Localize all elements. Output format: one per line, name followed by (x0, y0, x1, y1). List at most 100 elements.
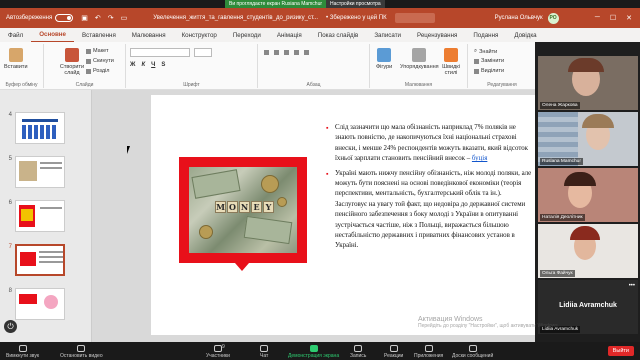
bullets-icon[interactable] (264, 50, 269, 55)
chat-button[interactable]: Чат (260, 345, 268, 359)
accessibility-icon[interactable]: ⏻ (4, 320, 17, 333)
share-screen-button[interactable]: Демонстрация экрана (288, 345, 339, 359)
thumbnail-item[interactable]: 4 (4, 112, 65, 144)
money-image[interactable]: M O N E Y (189, 167, 297, 253)
find-button[interactable]: ⌕ Знайти (474, 48, 497, 55)
record-label: Запись (350, 353, 367, 359)
thumbnail-item-selected[interactable]: 7 (4, 244, 65, 276)
avatar[interactable]: РО (547, 12, 559, 24)
search-box[interactable] (394, 13, 435, 23)
participant-name: Наталія Деолітник (540, 214, 585, 221)
windows-activation-watermark: Активация Windows Перейдіть до розділу "… (418, 316, 559, 329)
thumbnail-item[interactable]: 5 (4, 156, 65, 188)
tab-design[interactable]: Конструктор (174, 28, 225, 42)
align-left-icon[interactable] (294, 50, 299, 55)
apps-button[interactable]: Приложения (414, 345, 443, 359)
reset-button[interactable]: Скинути (86, 58, 114, 64)
bullet-text: Слід зазначити що мала обізнаність напри… (335, 124, 529, 163)
tab-file[interactable]: Файл (0, 28, 31, 42)
slide-thumbnail[interactable] (15, 288, 65, 320)
slide-thumbnail[interactable] (15, 200, 65, 232)
whiteboard-icon (468, 345, 477, 352)
whiteboard-button[interactable]: Доски сообщений (452, 345, 493, 359)
new-slide-label: Створити слайд (59, 64, 85, 76)
redo-icon[interactable]: ↷ (108, 14, 114, 22)
tab-view[interactable]: Подання (465, 28, 506, 42)
maximize-icon[interactable]: ☐ (610, 14, 616, 22)
saved-status[interactable]: • Збережено у цей ПК (326, 15, 387, 21)
mute-button[interactable]: Вимкнути звук (6, 345, 39, 359)
tab-transitions[interactable]: Переходи (225, 28, 269, 42)
close-icon[interactable]: ✕ (626, 14, 632, 22)
bullet-paragraph: Україні мають нижчу пенсійну обізнаність… (326, 169, 535, 252)
slide-text-box[interactable]: Слід зазначити що мала обізнаність напри… (326, 123, 535, 256)
tab-insert[interactable]: Вставлення (74, 28, 124, 42)
select-button[interactable]: Виділити (474, 68, 504, 74)
thumbnail-number: 6 (8, 200, 12, 206)
bold-icon[interactable]: Ж (130, 62, 135, 68)
align-center-icon[interactable] (304, 50, 309, 55)
layout-button[interactable]: Макет (86, 48, 109, 54)
record-button[interactable]: Запись (350, 345, 366, 359)
participant-video[interactable]: Ольга Файчук (538, 224, 638, 278)
tab-record[interactable]: Записати (366, 28, 409, 42)
participant-video[interactable]: Олена Жаркова (538, 56, 638, 110)
current-slide[interactable]: M O N E Y Слід зазначити що мала обізнан… (151, 95, 535, 335)
italic-icon[interactable]: К (141, 62, 145, 68)
font-size-select[interactable] (194, 48, 212, 57)
paste-button[interactable]: Вставити (4, 48, 28, 70)
participant-name: Олена Жаркова (540, 102, 580, 109)
tab-animations[interactable]: Анімація (269, 28, 310, 42)
underline-icon[interactable]: Ч (151, 62, 155, 68)
leave-button[interactable]: Выйти (607, 346, 634, 356)
chat-icon (260, 345, 269, 352)
tab-slideshow[interactable]: Показ слайдів (310, 28, 367, 42)
slide-thumbnail[interactable] (15, 112, 65, 144)
slide-thumbnail[interactable] (15, 156, 65, 188)
thumbnail-item[interactable]: 8 (4, 288, 65, 320)
mute-label: Вимкнути звук (6, 353, 40, 359)
tab-home[interactable]: Основне (31, 28, 74, 42)
reactions-button[interactable]: Реакции (384, 345, 403, 359)
slide-thumbnail-selected[interactable] (15, 244, 65, 276)
tab-review[interactable]: Рецензування (409, 28, 465, 42)
section-button[interactable]: Розділ (86, 68, 109, 74)
shapes-label: Фігури (376, 64, 393, 70)
search-icon: ⌕ (474, 48, 478, 54)
screen: Ви проглядаєте екран Rusiana Mamchur Нас… (0, 0, 640, 360)
slideshow-icon[interactable]: ▭ (121, 14, 128, 22)
paragraph-group: Абзац (258, 44, 370, 88)
shapes-button[interactable]: Фігури (376, 48, 392, 70)
reset-icon (86, 58, 91, 64)
strikethrough-icon[interactable]: S (161, 62, 165, 68)
tab-draw[interactable]: Малювання (124, 28, 174, 42)
indent-icon[interactable] (284, 50, 289, 55)
minimize-icon[interactable]: ─ (595, 14, 600, 22)
undo-icon[interactable]: ↶ (95, 14, 101, 22)
arrange-icon (412, 48, 427, 62)
tab-help[interactable]: Довідка (506, 28, 544, 42)
bullet-link[interactable]: буція (472, 155, 487, 162)
user-name[interactable]: Руслана Ольвчук (495, 15, 543, 21)
numbering-icon[interactable] (274, 50, 279, 55)
autosave-toggle[interactable] (55, 14, 74, 22)
ribbon-tabs: Файл Основне Вставлення Малювання Констр… (0, 28, 640, 42)
more-options-icon[interactable]: ••• (629, 283, 635, 289)
participant-name: Ольга Файчук (540, 270, 575, 277)
arrange-button[interactable]: Упорядкування (400, 48, 439, 70)
participants-button[interactable]: Участники (206, 345, 230, 359)
quick-styles-button[interactable]: Швидкі стилі (438, 48, 464, 76)
document-title: Увелечення_життя_та_гавлення_студентів_д… (153, 15, 319, 21)
participant-name: Ruslana Mamchur (540, 158, 583, 165)
save-icon[interactable]: ▣ (81, 14, 88, 22)
view-options-button[interactable]: Настройки просмотра (326, 0, 385, 8)
new-slide-button[interactable]: Створити слайд (58, 48, 86, 76)
autosave[interactable]: Автозбереження (6, 14, 74, 22)
participant-video[interactable]: Наталія Деолітник (538, 168, 638, 222)
quick-styles-icon (444, 48, 458, 62)
replace-button[interactable]: Замінити (474, 58, 504, 64)
participant-video[interactable]: Ruslana Mamchur (538, 112, 638, 166)
thumbnail-item[interactable]: 6 (4, 200, 65, 232)
font-family-select[interactable] (130, 48, 190, 57)
stop-video-button[interactable]: Остановить видео (60, 345, 103, 359)
